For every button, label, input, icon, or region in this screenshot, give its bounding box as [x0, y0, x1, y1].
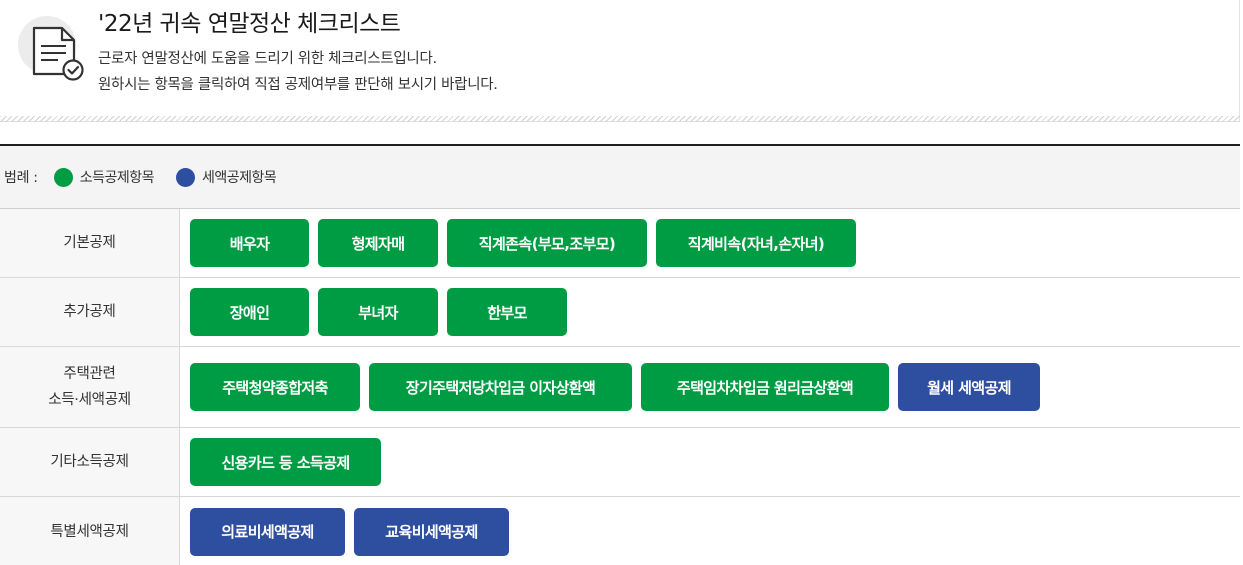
button-woman-householder[interactable]: 부녀자: [318, 288, 438, 336]
category-basic: 기본공제: [0, 209, 180, 277]
button-ascendants[interactable]: 직계존속(부모,조부모): [447, 219, 647, 267]
button-lease-loan[interactable]: 주택임차차입금 원리금상환액: [641, 363, 889, 411]
description-line-2: 원하시는 항목을 클릭하여 직접 공제여부를 판단해 보시기 바랍니다.: [98, 77, 498, 93]
category-other-income: 기타소득공제: [0, 428, 180, 496]
button-single-parent[interactable]: 한부모: [447, 288, 567, 336]
row-special-tax: 특별세액공제 의료비세액공제 교육비세액공제: [0, 497, 1240, 565]
button-credit-card[interactable]: 신용카드 등 소득공제: [190, 438, 381, 486]
category-housing-line-1: 주택관련: [63, 366, 116, 382]
category-housing-line-2: 소득·세액공제: [48, 392, 131, 408]
button-education[interactable]: 교육비세액공제: [354, 507, 509, 556]
income-dot-icon: [53, 167, 73, 187]
button-medical[interactable]: 의료비세액공제: [190, 507, 345, 556]
button-descendants[interactable]: 직계비속(자녀,손자녀): [656, 219, 856, 267]
category-housing: 주택관련 소득·세액공제: [0, 347, 180, 427]
tax-dot-icon: [176, 167, 196, 187]
legend-tax-label: 세액공제항목: [202, 170, 277, 186]
category-additional: 추가공제: [0, 278, 180, 346]
button-spouse[interactable]: 배우자: [190, 219, 309, 267]
checklist-header: '22년 귀속 연말정산 체크리스트 근로자 연말정산에 도움을 드리기 위한 …: [0, 0, 1240, 122]
legend-tax: 세액공제항목: [176, 167, 277, 187]
description-line-1: 근로자 연말정산에 도움을 드리기 위한 체크리스트입니다.: [98, 51, 437, 67]
row-other-income: 기타소득공제 신용카드 등 소득공제: [0, 428, 1240, 497]
legend-income-label: 소득공제항목: [79, 170, 155, 186]
row-additional: 추가공제 장애인 부녀자 한부모: [0, 278, 1240, 347]
button-monthly-rent[interactable]: 월세 세액공제: [898, 363, 1040, 411]
button-siblings[interactable]: 형제자매: [318, 219, 438, 267]
hatch-divider: [0, 116, 1240, 122]
legend-income: 소득공제항목: [53, 167, 155, 187]
checklist-table: 범례 : 소득공제항목 세액공제항목 기본공제 배우자 형제자매 직계존속(부모…: [0, 144, 1240, 565]
legend-row: 범례 : 소득공제항목 세액공제항목: [0, 146, 1240, 209]
button-disabled[interactable]: 장애인: [190, 288, 309, 336]
row-housing: 주택관련 소득·세액공제 주택청약종합저축 장기주택저당차입금 이자상환액 주택…: [0, 347, 1240, 428]
button-housing-subscription[interactable]: 주택청약종합저축: [190, 363, 360, 411]
page-title: '22년 귀속 연말정산 체크리스트: [98, 11, 401, 37]
category-special-tax: 특별세액공제: [0, 497, 180, 565]
button-mortgage-interest[interactable]: 장기주택저당차입금 이자상환액: [369, 363, 632, 411]
document-check-icon: [32, 26, 84, 81]
legend-label: 범례 :: [4, 170, 38, 186]
row-basic: 기본공제 배우자 형제자매 직계존속(부모,조부모) 직계비속(자녀,손자녀): [0, 209, 1240, 278]
